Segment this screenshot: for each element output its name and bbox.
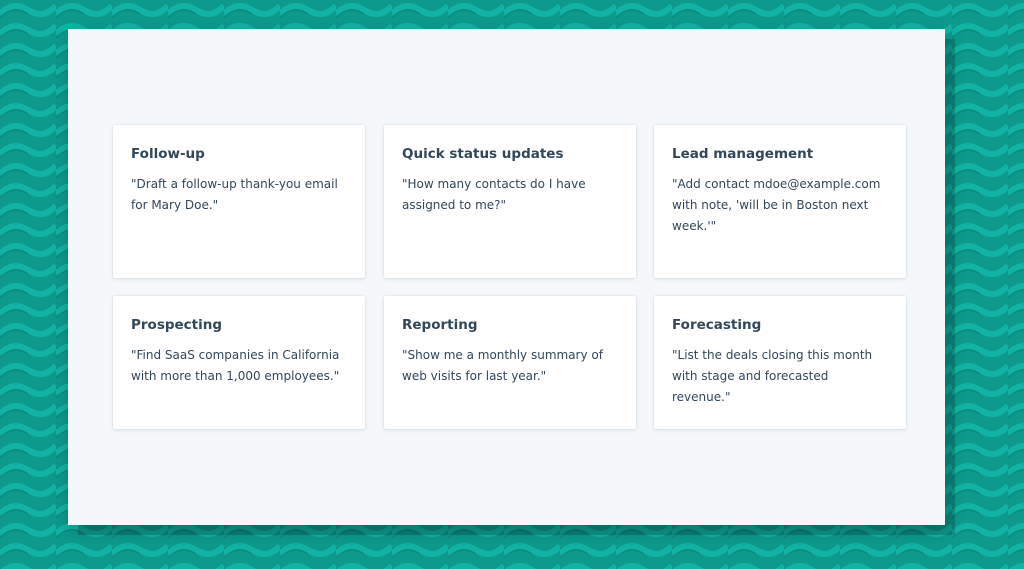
card-title: Lead management (672, 146, 814, 162)
card-title: Forecasting (672, 317, 762, 333)
card-example-prompt: "How many contacts do I have assigned to… (402, 177, 586, 212)
card-example-prompt: "Add contact mdoe@example.com with note,… (672, 177, 881, 233)
card-example-prompt: "Show me a monthly summary of web visits… (402, 348, 603, 383)
card-title: Follow-up (131, 146, 205, 162)
card-quick-status-updates: Quick status updates "How many contacts … (384, 125, 636, 278)
card-follow-up: Follow-up "Draft a follow-up thank-you e… (113, 125, 365, 278)
card-example-prompt: "List the deals closing this month with … (672, 348, 873, 404)
card-prospecting: Prospecting "Find SaaS companies in Cali… (113, 296, 365, 429)
card-title: Reporting (402, 317, 478, 333)
card-lead-management: Lead management "Add contact mdoe@exampl… (654, 125, 906, 278)
card-title: Quick status updates (402, 146, 564, 162)
card-example-prompt: "Find SaaS companies in California with … (131, 348, 340, 383)
card-title: Prospecting (131, 317, 223, 333)
card-reporting: Reporting "Show me a monthly summary of … (384, 296, 636, 429)
card-forecasting: Forecasting "List the deals closing this… (654, 296, 906, 429)
card-example-prompt: "Draft a follow-up thank-you email for M… (131, 177, 338, 212)
prompt-examples-panel: Follow-up "Draft a follow-up thank-you e… (68, 29, 945, 525)
